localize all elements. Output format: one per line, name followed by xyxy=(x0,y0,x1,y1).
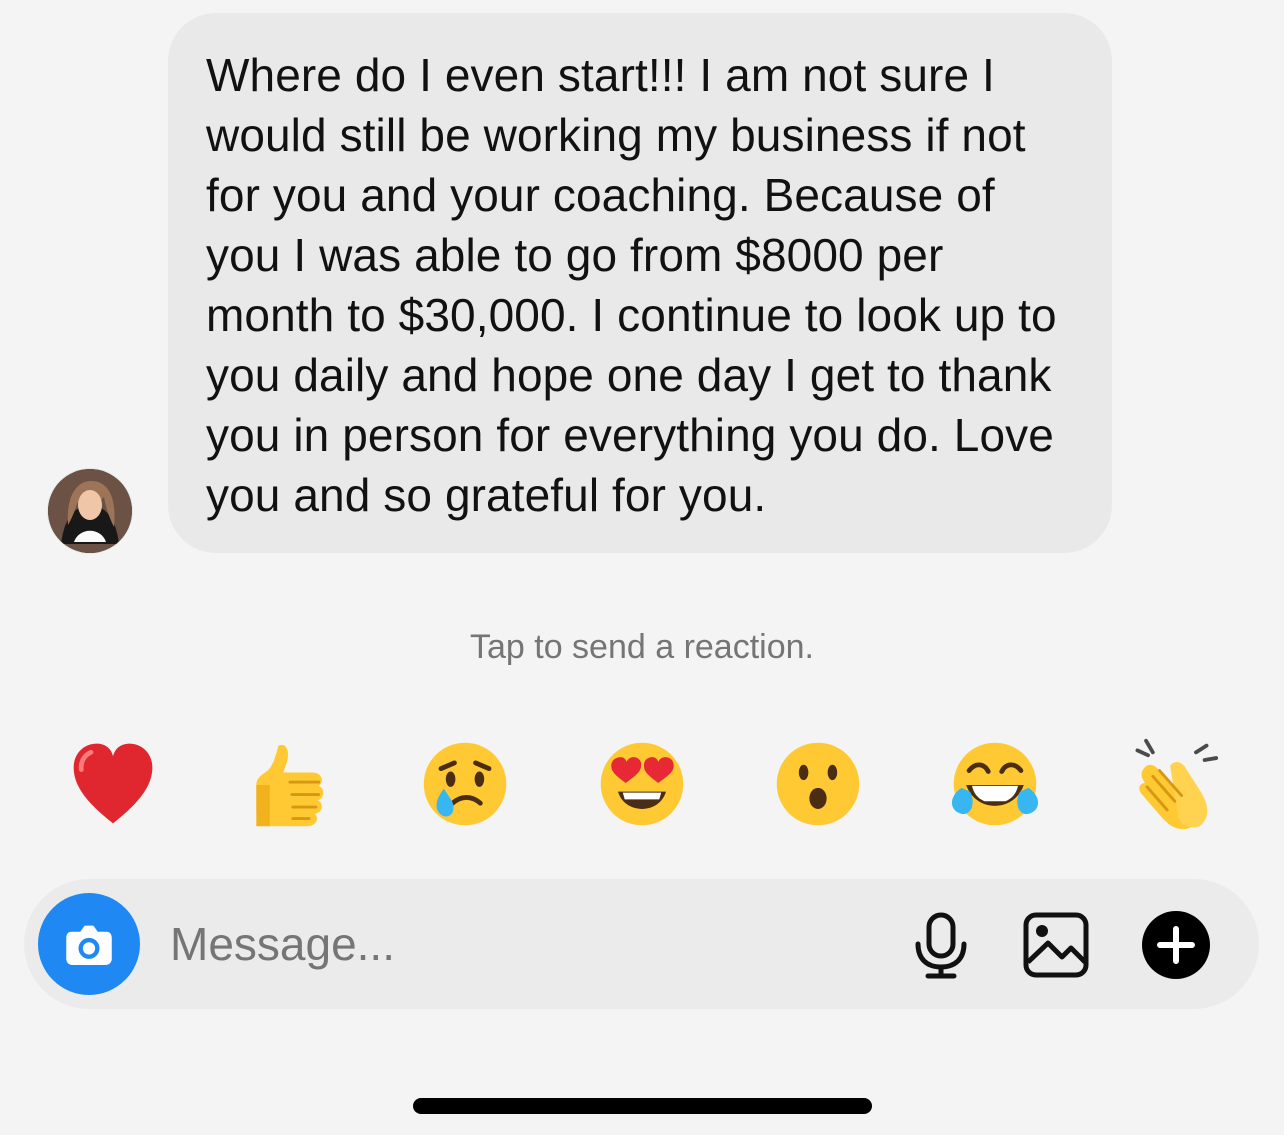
message-bubble[interactable]: Where do I even start!!! I am not sure I… xyxy=(168,13,1112,553)
profile-photo xyxy=(48,469,132,553)
message-text: Where do I even start!!! I am not sure I… xyxy=(206,49,1057,521)
heart-eyes-reaction[interactable] xyxy=(592,734,692,834)
home-indicator[interactable] xyxy=(413,1098,872,1114)
reaction-hint: Tap to send a reaction. xyxy=(469,628,814,666)
microphone-button[interactable] xyxy=(905,909,977,981)
heart-reaction[interactable] xyxy=(63,734,163,834)
surprised-face-icon xyxy=(776,742,860,826)
heart-icon xyxy=(73,743,153,824)
crying-face-icon xyxy=(423,742,507,826)
gallery-icon xyxy=(1023,912,1089,978)
message-composer xyxy=(24,879,1259,1009)
clapping-hands-icon xyxy=(1135,738,1219,830)
microphone-icon xyxy=(915,912,967,979)
thumbs-up-icon xyxy=(256,744,324,827)
add-button[interactable] xyxy=(1140,909,1212,981)
heart-eyes-icon xyxy=(600,742,684,826)
thumbs-up-reaction[interactable] xyxy=(238,734,338,834)
reaction-bar xyxy=(0,734,1284,834)
laughing-tears-reaction[interactable] xyxy=(945,734,1045,834)
message-input[interactable] xyxy=(170,909,870,979)
crying-reaction[interactable] xyxy=(415,734,515,834)
camera-button[interactable] xyxy=(38,893,140,995)
camera-icon xyxy=(66,925,112,965)
plus-icon xyxy=(1142,911,1210,979)
gallery-button[interactable] xyxy=(1020,909,1092,981)
clapping-reaction[interactable] xyxy=(1122,734,1222,834)
sender-avatar[interactable] xyxy=(48,469,132,553)
surprised-reaction[interactable] xyxy=(768,734,868,834)
laughing-tears-icon xyxy=(951,742,1039,826)
